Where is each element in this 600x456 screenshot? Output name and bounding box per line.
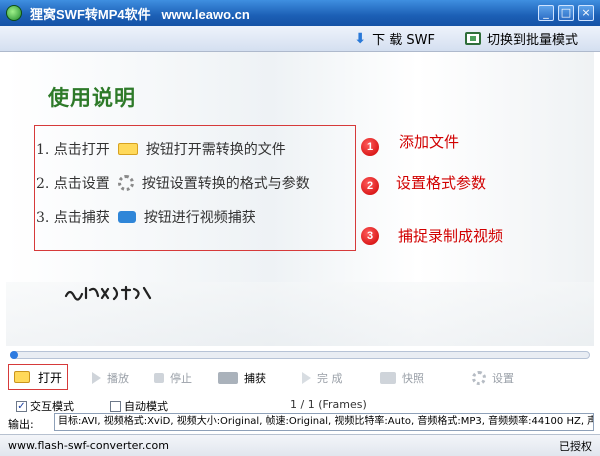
step-3-prefix: 3. 点击捕获: [36, 210, 110, 226]
gear-icon: [117, 175, 134, 191]
settings-button[interactable]: 设置: [472, 370, 514, 386]
stop-label: 停止: [170, 372, 192, 385]
preview-area: 使用说明 1. 点击打开 按钮打开需转换的文件 2. 点击设置 按钮设置转换的格…: [6, 52, 594, 346]
play-label: 播放: [107, 372, 129, 385]
step-3: 3. 点击捕获 按钮进行视频捕获: [36, 207, 256, 227]
play-button[interactable]: 播放: [92, 370, 129, 386]
maximize-button[interactable]: □: [558, 5, 574, 21]
stop-icon: [154, 373, 164, 383]
finish-label: 完 成: [317, 372, 343, 385]
playback-toolbar: 打开 播放 停止 捕获 完 成 快照 设置: [6, 364, 594, 394]
batch-mode-label: 切换到批量模式: [486, 33, 578, 48]
download-arrow-icon: ⬇: [354, 30, 367, 47]
website-link[interactable]: www.flash-swf-converter.com: [8, 439, 169, 452]
camera-icon: [117, 211, 136, 223]
batch-mode-button[interactable]: 切换到批量模式: [464, 29, 578, 48]
callout-settings: 设置格式参数: [396, 174, 487, 192]
stop-button[interactable]: 停止: [154, 370, 192, 386]
step-1-suffix: 按钮打开需转换的文件: [145, 142, 286, 158]
callout-badge-2: 2: [361, 177, 379, 195]
auto-mode-label: 自动模式: [124, 400, 168, 413]
capture-camera-icon: [218, 372, 238, 384]
output-settings-field[interactable]: 目标:AVI, 视频格式:XviD, 视频大小:Original, 帧速:Ori…: [54, 413, 594, 431]
top-toolbar: ⬇ 下 载 SWF 切换到批量模式: [0, 26, 600, 52]
output-label: 输出:: [8, 418, 34, 431]
capture-button[interactable]: 捕获: [218, 370, 266, 386]
step-2: 2. 点击设置 按钮设置转换的格式与参数: [36, 173, 310, 193]
progress-slider[interactable]: [10, 351, 590, 359]
window-controls: _ □ ×: [538, 5, 594, 21]
finish-button[interactable]: 完 成: [302, 370, 343, 386]
settings-label: 设置: [492, 372, 514, 385]
instructions-title: 使用说明: [48, 85, 136, 110]
mode-options: ✓ 交互模式 自动模式: [16, 398, 168, 414]
window-title: 狸窝SWF转MP4软件 www.leawo.cn: [30, 6, 250, 22]
license-status: 已授权: [559, 439, 592, 453]
auto-mode-option[interactable]: 自动模式: [110, 398, 168, 414]
capture-label: 捕获: [244, 372, 266, 385]
interactive-mode-option[interactable]: ✓ 交互模式: [16, 398, 74, 414]
callout-badge-1: 1: [361, 138, 379, 156]
folder-icon: [117, 143, 138, 155]
snapshot-button[interactable]: 快照: [380, 370, 424, 386]
finish-icon: [302, 372, 311, 384]
app-logo-icon: [6, 5, 22, 21]
callout-add-file: 添加文件: [399, 133, 460, 151]
progress-knob[interactable]: [10, 351, 18, 359]
step-2-prefix: 2. 点击设置: [36, 176, 110, 192]
play-icon: [92, 372, 101, 384]
auto-mode-checkbox[interactable]: [110, 400, 121, 412]
frame-counter: 1 / 1 (Frames): [290, 398, 367, 411]
settings-gear-icon: [472, 371, 486, 385]
open-folder-icon: [13, 371, 30, 383]
open-button[interactable]: 打开: [8, 364, 68, 390]
title-bar: 狸窝SWF转MP4软件 www.leawo.cn _ □ ×: [0, 0, 600, 26]
snapshot-label: 快照: [402, 372, 424, 385]
snapshot-icon: [380, 372, 396, 384]
close-button[interactable]: ×: [578, 5, 594, 21]
interactive-mode-checkbox[interactable]: ✓: [16, 400, 27, 412]
step-2-suffix: 按钮设置转换的格式与参数: [141, 176, 310, 192]
open-label: 打开: [37, 370, 62, 385]
step-3-suffix: 按钮进行视频捕获: [143, 210, 256, 226]
callout-badge-3: 3: [361, 227, 379, 245]
download-swf-button[interactable]: ⬇ 下 载 SWF: [354, 29, 435, 49]
step-1-prefix: 1. 点击打开: [36, 142, 110, 158]
signature-image: [64, 285, 152, 301]
minimize-button[interactable]: _: [538, 5, 554, 21]
batch-mode-icon: [464, 32, 481, 45]
interactive-mode-label: 交互模式: [30, 400, 74, 413]
step-1: 1. 点击打开 按钮打开需转换的文件: [36, 139, 286, 159]
callout-capture: 捕捉录制成视频: [398, 227, 504, 245]
status-bar: www.flash-swf-converter.com 已授权: [0, 434, 600, 456]
download-swf-label: 下 载 SWF: [372, 33, 435, 48]
